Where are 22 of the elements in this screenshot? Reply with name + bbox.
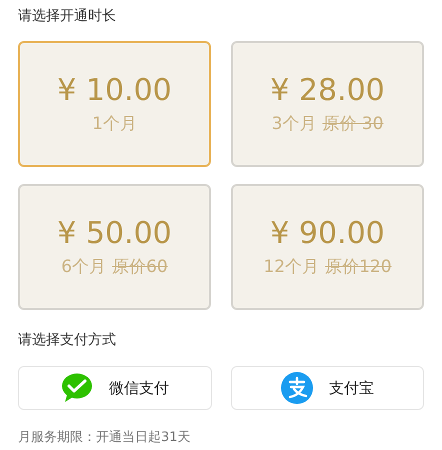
payment-option[interactable]: 支付宝 [230, 366, 424, 410]
plan-card[interactable]: ¥ 10.00 1个月 [18, 41, 211, 167]
chat-bubble-check-icon [60, 373, 93, 403]
original-price: 原价120 [325, 256, 392, 278]
plan-duration: 6个月 [61, 256, 106, 278]
plan-card[interactable]: ¥ 50.00 6个月 原价60 [18, 184, 211, 310]
plan-price: ¥ 90.00 [270, 216, 385, 252]
plan-duration: 1个月 [92, 113, 137, 135]
section-heading: 请选择支付方式 [18, 331, 117, 350]
original-price: 原价60 [112, 256, 168, 278]
plan-duration: 12个月 [263, 256, 320, 278]
payment-option[interactable]: 微信支付 [18, 366, 212, 410]
section-heading: 请选择开通时长 [18, 7, 117, 26]
plan-price: ¥ 10.00 [57, 73, 172, 109]
plan-duration: 3个月 [272, 113, 316, 135]
plan-card[interactable]: ¥ 90.00 12个月 原价120 [231, 184, 424, 310]
footer-note: 月服务期限：开通当日起31天 [18, 429, 192, 447]
original-price: 原价 30 [322, 113, 384, 135]
plan-price: ¥ 50.00 [57, 216, 172, 252]
plan-card[interactable]: ¥ 28.00 3个月 原价 30 [231, 41, 424, 167]
plan-price: ¥ 28.00 [270, 73, 385, 109]
alipay-logo-icon [280, 372, 313, 404]
